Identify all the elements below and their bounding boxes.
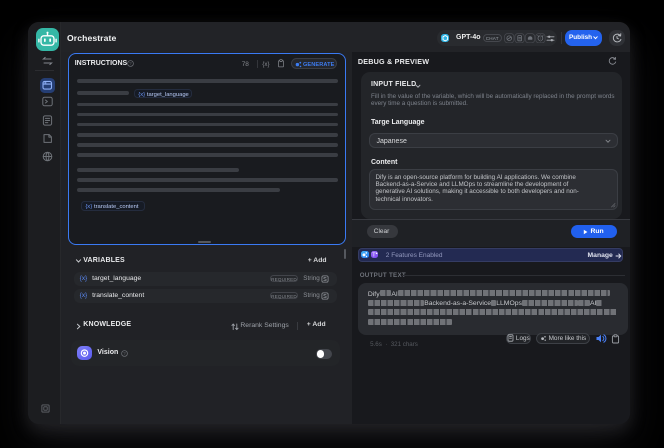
svg-text:T: T [372,252,376,258]
svg-text:?: ? [129,62,132,67]
svg-text:?: ? [123,351,126,356]
